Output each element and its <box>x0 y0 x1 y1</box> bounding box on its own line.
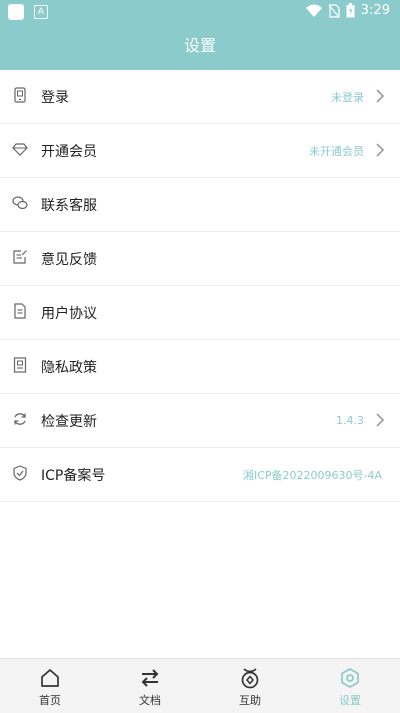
app-square-icon <box>8 4 24 20</box>
menu-item-label: 登录 <box>41 89 69 106</box>
phone-icon <box>14 87 26 103</box>
menu-item-icp[interactable]: ICP备案号 湘ICP备2022009630号-4A <box>0 448 400 502</box>
swap-icon <box>141 669 159 687</box>
menu-item-user-agreement[interactable]: 用户协议 <box>0 286 400 340</box>
privacy-icon <box>13 357 27 373</box>
status-bar: A 3:29 <box>0 0 400 24</box>
home-icon <box>41 669 59 687</box>
document-icon <box>14 303 26 319</box>
menu-item-value: 1.4.3 <box>336 414 364 427</box>
no-sim-icon <box>328 3 340 18</box>
menu-item-label: 联系客服 <box>41 197 97 214</box>
clock: 3:29 <box>360 3 390 18</box>
help-icon <box>241 668 259 689</box>
page-header: 设置 <box>0 24 400 70</box>
menu-item-customer-service[interactable]: 联系客服 <box>0 178 400 232</box>
a-badge-icon: A <box>34 5 48 19</box>
menu-item-value: 未开通会员 <box>309 144 364 158</box>
menu-item-check-update[interactable]: 检查更新 1.4.3 <box>0 394 400 448</box>
tab-mutual-help[interactable]: 互助 <box>200 659 300 713</box>
feedback-icon <box>13 250 27 264</box>
menu-item-label: 用户协议 <box>41 305 97 322</box>
menu-item-value: 未登录 <box>331 90 364 104</box>
shield-icon <box>13 465 27 481</box>
tab-documents[interactable]: 文档 <box>100 659 200 713</box>
bottom-tab-bar: 首页 文档 互助 设置 <box>0 658 400 713</box>
menu-item-label: 意见反馈 <box>41 251 97 268</box>
battery-icon <box>346 3 355 18</box>
chevron-right-icon <box>376 89 385 103</box>
wifi-icon <box>305 4 322 17</box>
chat-icon <box>12 196 28 210</box>
menu-item-label: 隐私政策 <box>41 359 97 376</box>
menu-item-privacy-policy[interactable]: 隐私政策 <box>0 340 400 394</box>
tab-label: 互助 <box>239 694 261 707</box>
menu-item-label: ICP备案号 <box>41 467 106 484</box>
menu-item-login[interactable]: 登录 未登录 <box>0 70 400 124</box>
chevron-right-icon <box>376 143 385 157</box>
settings-icon <box>341 668 359 688</box>
tab-label: 首页 <box>39 694 61 707</box>
icp-number: 湘ICP备2022009630号-4A <box>242 468 382 482</box>
menu-item-label: 检查更新 <box>41 413 97 430</box>
menu-item-feedback[interactable]: 意见反馈 <box>0 232 400 286</box>
menu-item-label: 开通会员 <box>41 143 97 160</box>
refresh-icon <box>14 413 26 425</box>
tab-label: 文档 <box>139 694 161 707</box>
tab-label: 设置 <box>339 694 361 707</box>
chevron-right-icon <box>376 413 385 427</box>
tab-settings[interactable]: 设置 <box>300 659 400 713</box>
diamond-icon <box>12 143 28 156</box>
menu-item-membership[interactable]: 开通会员 未开通会员 <box>0 124 400 178</box>
settings-list: 登录 未登录 开通会员 未开通会员 联系客服 意见反馈 用户协议 隐私政策 检查… <box>0 70 400 502</box>
page-title: 设置 <box>183 36 216 55</box>
tab-home[interactable]: 首页 <box>0 659 100 713</box>
